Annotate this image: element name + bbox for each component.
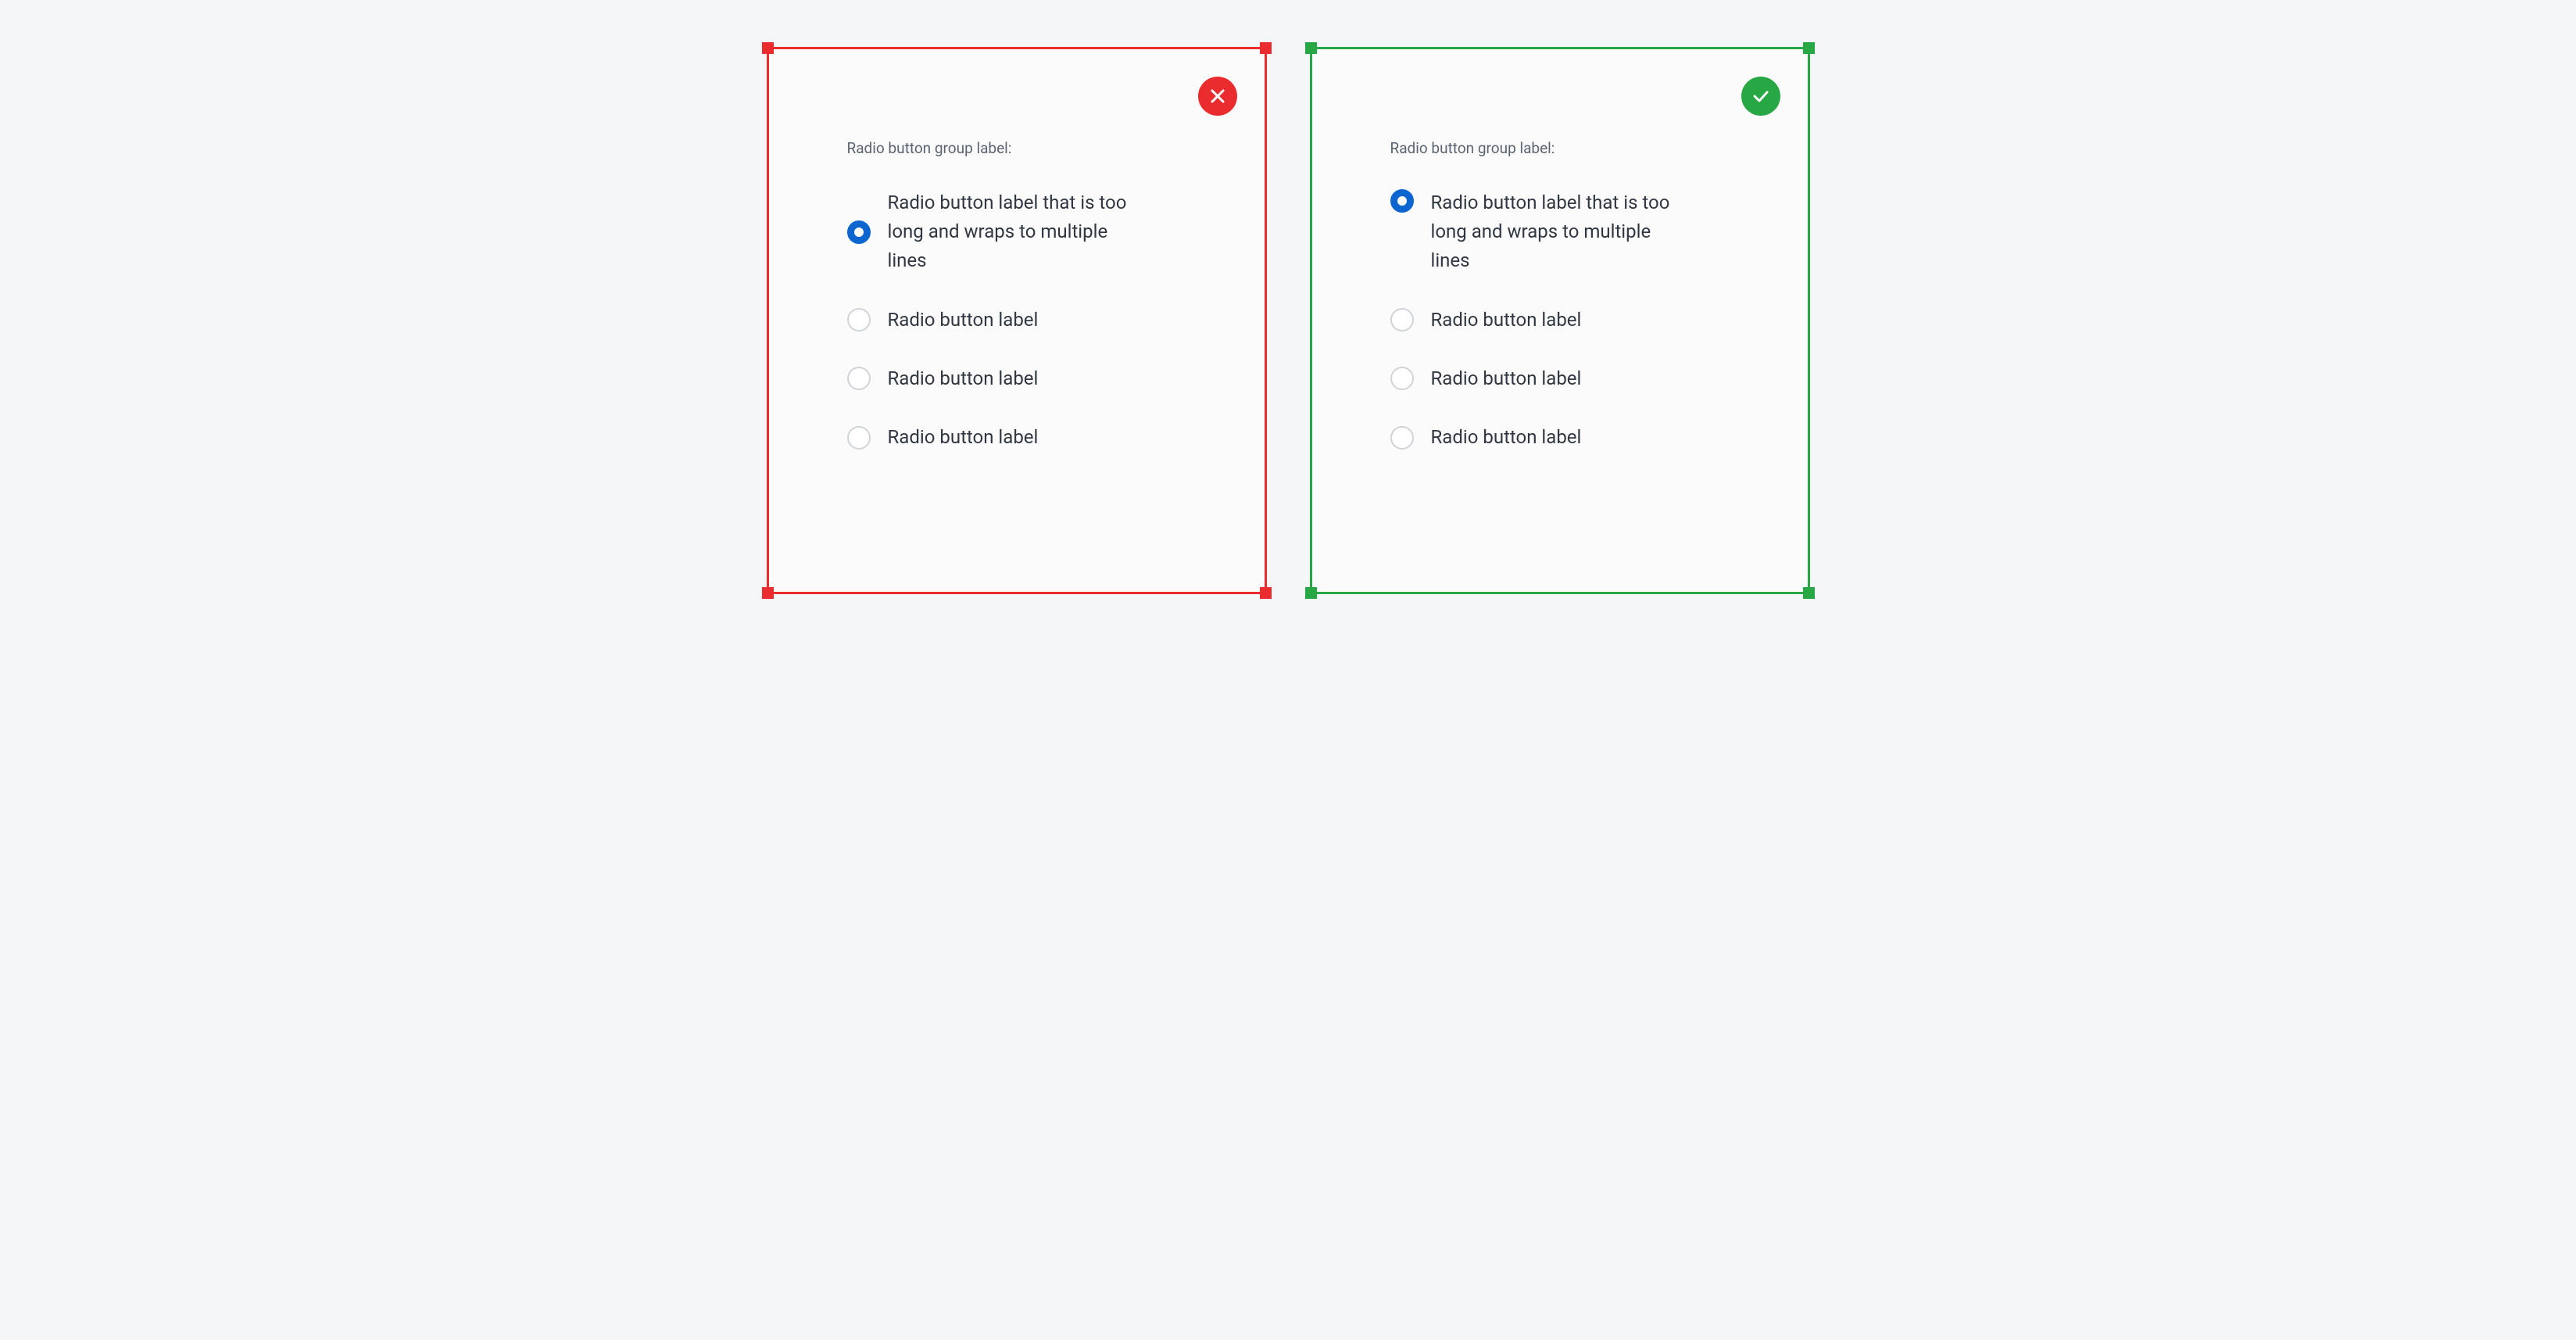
selection-handle (1803, 587, 1815, 599)
radio-option[interactable]: Radio button label (1390, 423, 1680, 452)
radio-option-label: Radio button label (888, 423, 1039, 452)
radio-indicator-selected (847, 220, 871, 244)
dont-panel: Radio button group label: Radio button l… (767, 47, 1267, 594)
status-badge-correct (1741, 77, 1780, 116)
radio-group: Radio button label that is too long and … (847, 188, 1136, 452)
radio-option-label: Radio button label (1431, 364, 1582, 393)
status-badge-incorrect (1198, 77, 1237, 116)
radio-option-label: Radio button label (1431, 306, 1582, 335)
selection-handle (1305, 587, 1317, 599)
radio-option-label: Radio button label (888, 364, 1039, 393)
radio-indicator (1390, 367, 1414, 390)
radio-option-label: Radio button label (1431, 423, 1582, 452)
selection-handle (1305, 42, 1317, 54)
radio-option[interactable]: Radio button label (847, 364, 1136, 393)
radio-option-label: Radio button label (888, 306, 1039, 335)
radio-group-label: Radio button group label: (847, 139, 1202, 157)
radio-indicator-selected (1390, 189, 1414, 213)
radio-indicator (1390, 308, 1414, 331)
radio-option[interactable]: Radio button label (1390, 306, 1680, 335)
selection-handle (1260, 587, 1272, 599)
radio-indicator (847, 426, 871, 450)
radio-option[interactable]: Radio button label (847, 306, 1136, 335)
selection-handle (1260, 42, 1272, 54)
selection-handle (1803, 42, 1815, 54)
radio-indicator (1390, 426, 1414, 450)
selection-handle (762, 42, 774, 54)
radio-group: Radio button label that is too long and … (1390, 188, 1680, 452)
radio-option[interactable]: Radio button label (1390, 364, 1680, 393)
radio-option-label: Radio button label that is too long and … (1431, 188, 1680, 276)
radio-option[interactable]: Radio button label (847, 423, 1136, 452)
radio-option[interactable]: Radio button label that is too long and … (1390, 188, 1680, 276)
close-icon (1208, 87, 1227, 106)
do-panel: Radio button group label: Radio button l… (1310, 47, 1810, 594)
radio-indicator (847, 367, 871, 390)
radio-option[interactable]: Radio button label that is too long and … (847, 188, 1136, 276)
radio-option-label: Radio button label that is too long and … (888, 188, 1136, 276)
check-icon (1751, 87, 1770, 106)
selection-handle (762, 587, 774, 599)
radio-indicator (847, 308, 871, 331)
radio-group-label: Radio button group label: (1390, 139, 1745, 157)
